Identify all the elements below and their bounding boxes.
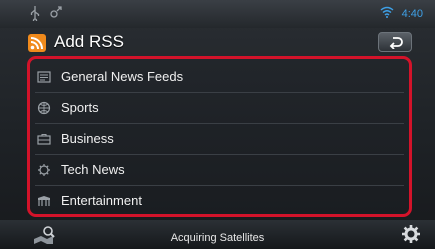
- back-arrow-icon: [389, 37, 403, 49]
- rss-icon: [28, 34, 46, 52]
- page-title: Add RSS: [54, 32, 124, 51]
- tech-icon: [37, 163, 51, 177]
- film-icon: [37, 194, 51, 208]
- usb-icon: [30, 5, 40, 26]
- list-item-label: Tech News: [61, 162, 125, 177]
- wifi-icon: [380, 5, 394, 23]
- list-item-label: Sports: [61, 100, 99, 115]
- list-item-sports[interactable]: Sports: [35, 93, 404, 124]
- list-item-business[interactable]: Business: [35, 124, 404, 155]
- title-bar: Add RSS: [28, 30, 412, 54]
- list-item-label: General News Feeds: [61, 69, 184, 84]
- gear-icon: [402, 225, 420, 243]
- link-icon: [49, 5, 63, 26]
- back-button[interactable]: [378, 32, 412, 52]
- feed-list: General News Feeds Sports Business Tech …: [27, 56, 412, 217]
- settings-button[interactable]: [401, 224, 421, 249]
- newspaper-icon: [37, 70, 51, 84]
- gps-status-text: Acquiring Satellites: [170, 232, 265, 244]
- screen: 4:40 Add RSS General News Feeds Sports B…: [0, 0, 435, 249]
- list-item-tech-news[interactable]: Tech News: [35, 155, 404, 186]
- list-item-label: Business: [61, 131, 114, 146]
- clock: 4:40: [401, 8, 423, 20]
- list-item-label: Entertainment: [61, 193, 142, 208]
- status-bar: 4:40: [0, 0, 435, 28]
- briefcase-icon: [37, 132, 51, 146]
- ball-icon: [37, 101, 51, 115]
- bottom-bar: Acquiring Satellites: [0, 220, 435, 249]
- list-item-entertainment[interactable]: Entertainment: [35, 186, 404, 214]
- list-item-general-news[interactable]: General News Feeds: [35, 62, 404, 93]
